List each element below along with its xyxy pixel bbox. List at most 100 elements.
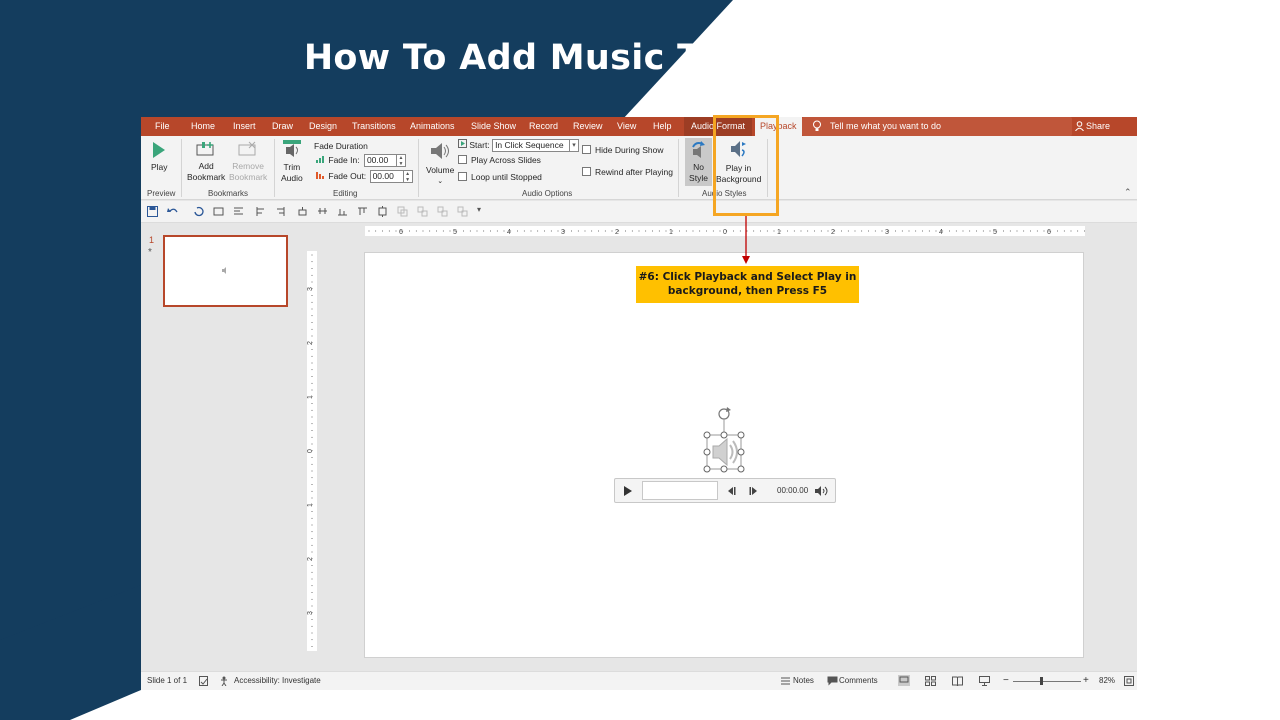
zoom-out-button[interactable]: −: [1003, 672, 1009, 690]
save-icon[interactable]: [147, 206, 158, 217]
slide-canvas[interactable]: #6: Click Playback and Select Play in ba…: [364, 252, 1084, 658]
start-select-arrow[interactable]: ▾: [570, 139, 580, 153]
slideshow-view-icon[interactable]: [979, 676, 990, 686]
slides-pane: 1 *: [141, 223, 301, 670]
undo-icon[interactable]: [167, 206, 178, 217]
ruler-tick-label: 3: [561, 229, 565, 236]
rotate-handle-icon[interactable]: [718, 407, 731, 420]
play-across-slides-checkbox[interactable]: Play Across Slides: [458, 155, 541, 166]
fade-in-icon: [316, 156, 324, 163]
slide-count: Slide 1 of 1: [147, 676, 188, 685]
page-title: How To Add Music To A Slideshow: [303, 38, 977, 78]
reading-view-icon[interactable]: [952, 676, 963, 686]
customize-toolbar-icon[interactable]: ▾: [477, 205, 481, 214]
quick-access-toolbar: ▾: [141, 201, 1137, 223]
toolbar-icon[interactable]: [317, 206, 328, 217]
add-bookmark-button[interactable]: Add Bookmark: [187, 141, 225, 183]
volume-button[interactable]: Volume ⌄: [426, 140, 454, 187]
redo-icon[interactable]: [193, 206, 204, 217]
slide-sorter-icon[interactable]: [925, 676, 936, 686]
start-icon: [458, 139, 467, 148]
tab-review[interactable]: Review: [573, 117, 603, 136]
seek-back-icon[interactable]: [726, 487, 736, 495]
toolbar-icon[interactable]: [275, 206, 286, 217]
notes-button[interactable]: Notes: [793, 672, 814, 690]
person-icon: [1075, 121, 1084, 131]
hide-during-show-checkbox[interactable]: Hide During Show: [582, 145, 664, 156]
tab-view[interactable]: View: [617, 117, 636, 136]
slide-thumbnail[interactable]: [163, 235, 288, 307]
normal-view-icon[interactable]: [898, 675, 910, 686]
audio-object[interactable]: [701, 406, 747, 476]
progress-track[interactable]: [642, 481, 718, 500]
tell-me-search[interactable]: Tell me what you want to do: [802, 117, 1072, 136]
group-label-preview: Preview: [147, 189, 176, 198]
no-style-button[interactable]: No Style: [685, 138, 712, 186]
play-icon: [153, 142, 166, 158]
comments-button[interactable]: Comments: [839, 672, 878, 690]
collapse-ribbon-icon[interactable]: ⌃: [1124, 187, 1132, 198]
fade-out-input[interactable]: 00.00: [369, 170, 404, 184]
audio-player-bar: 00:00.00: [614, 478, 836, 503]
group-label-bookmarks: Bookmarks: [208, 189, 249, 198]
tab-draw[interactable]: Draw: [272, 117, 293, 136]
zoom-slider[interactable]: [1013, 681, 1081, 682]
zoom-in-button[interactable]: +: [1083, 672, 1089, 690]
trim-audio-button[interactable]: Trim Audio: [281, 139, 303, 184]
toolbar-icon[interactable]: [417, 206, 428, 217]
tab-transitions[interactable]: Transitions: [352, 117, 396, 136]
ruler-tick-label: 6: [1047, 229, 1051, 236]
tab-home[interactable]: Home: [191, 117, 215, 136]
toolbar-icon[interactable]: [377, 206, 388, 217]
tab-design[interactable]: Design: [309, 117, 337, 136]
tab-insert[interactable]: Insert: [233, 117, 256, 136]
vertical-ruler: 3210123: [307, 251, 317, 651]
ruler-tick-label: 2: [615, 229, 619, 236]
rewind-after-playing-checkbox[interactable]: Rewind after Playing: [582, 167, 673, 178]
tab-record[interactable]: Record: [529, 117, 558, 136]
checkbox: [458, 155, 467, 164]
remove-bookmark-icon: [238, 141, 256, 156]
tab-file[interactable]: File: [155, 117, 170, 136]
ruler-tick-label: 4: [507, 229, 511, 236]
zoom-level[interactable]: 82%: [1099, 672, 1115, 690]
horizontal-ruler: 6 5 4 3 2 1 0 1 2 3 4 5 6: [365, 226, 1085, 236]
zoom-slider-thumb[interactable]: [1040, 677, 1043, 685]
ruler-tick-label: 1: [669, 229, 673, 236]
toolbar-icon[interactable]: [297, 206, 308, 217]
speaker-icon: [222, 267, 226, 274]
seek-forward-icon[interactable]: [749, 487, 759, 495]
start-control: Start: In Click Sequence ▾: [458, 139, 580, 153]
spelling-icon[interactable]: [199, 676, 209, 686]
checkbox: [582, 167, 591, 176]
toolbar-icon[interactable]: [255, 206, 266, 217]
toolbar-icon[interactable]: [397, 206, 408, 217]
tab-animations[interactable]: Animations: [410, 117, 455, 136]
play-button[interactable]: Play: [151, 141, 168, 173]
start-select[interactable]: In Click Sequence: [492, 139, 571, 153]
fade-in-input[interactable]: 00.00: [363, 154, 397, 168]
player-play-icon[interactable]: [623, 485, 633, 497]
fit-to-window-icon[interactable]: [1124, 676, 1134, 686]
toolbar-icon[interactable]: [337, 206, 348, 217]
player-volume-icon[interactable]: [815, 486, 828, 496]
share-button[interactable]: Share: [1075, 117, 1110, 136]
toolbar-icon[interactable]: [437, 206, 448, 217]
accessibility-status[interactable]: Accessibility: Investigate: [234, 672, 321, 690]
remove-bookmark-button[interactable]: Remove Bookmark: [229, 141, 267, 183]
powerpoint-window: File Home Insert Draw Design Transitions…: [141, 117, 1137, 690]
toolbar-icon[interactable]: [233, 206, 244, 217]
fade-in-spinner[interactable]: ▲ ▼: [396, 154, 406, 168]
loop-until-stopped-checkbox[interactable]: Loop until Stopped: [458, 172, 542, 183]
ruler-tick-label: 3: [885, 229, 889, 236]
tab-slide-show[interactable]: Slide Show: [471, 117, 516, 136]
toolbar-icon[interactable]: [357, 206, 368, 217]
accessibility-icon[interactable]: [220, 676, 231, 686]
tab-help[interactable]: Help: [653, 117, 672, 136]
fade-out-spinner[interactable]: ▲ ▼: [403, 170, 413, 184]
status-bar: Slide 1 of 1 Accessibility: Investigate …: [141, 671, 1137, 690]
slide-number: 1: [149, 235, 155, 245]
sound-waves-icon: [729, 440, 738, 464]
toolbar-icon[interactable]: [213, 206, 224, 217]
toolbar-icon[interactable]: [457, 206, 468, 217]
